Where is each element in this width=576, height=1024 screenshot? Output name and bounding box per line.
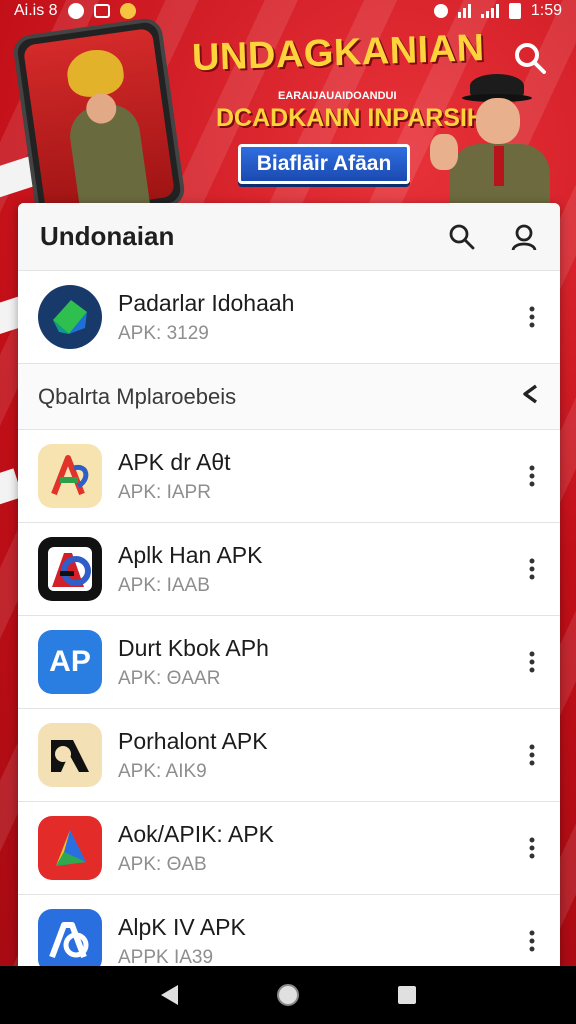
navigation-bar xyxy=(0,966,576,1024)
ap-blue-icon: AP xyxy=(38,630,102,694)
app-version: APK: ΘAAR xyxy=(118,667,221,689)
app-version: APK: IAAB xyxy=(118,574,210,596)
app-name: Aok/APIK: APK xyxy=(118,820,274,847)
status-bar: Ai.is 8 1:59 xyxy=(0,0,576,22)
more-options-icon[interactable] xyxy=(520,549,544,589)
ab-blue-icon xyxy=(38,909,102,968)
search-icon[interactable] xyxy=(448,223,476,251)
app-version: APK: IAPR xyxy=(118,481,211,503)
green-cube-icon xyxy=(38,285,102,349)
more-options-icon[interactable] xyxy=(520,456,544,496)
app-version: APK: AIK9 xyxy=(118,760,207,782)
banner-search-icon[interactable] xyxy=(512,40,548,76)
app-name: Porhalont APK xyxy=(118,727,268,754)
status-time: 1:59 xyxy=(530,2,562,19)
panel-title: Undonaian xyxy=(40,221,175,251)
battery-icon xyxy=(508,3,521,19)
app-version: APPK IA39 xyxy=(118,946,214,968)
list-item[interactable]: AlpK IV APK APPK IA39 xyxy=(18,895,560,968)
app-name: Aplk Han APK xyxy=(118,541,263,568)
signal-icon xyxy=(480,4,499,18)
list-item[interactable]: Aplk Han APK APK: IAAB xyxy=(18,523,560,616)
soldier-illustration xyxy=(430,74,562,214)
chrome-icon xyxy=(119,3,136,19)
garuda-emblem-icon xyxy=(64,46,127,100)
app-name: AlpK IV APK xyxy=(118,913,246,940)
list-item[interactable]: APK dr Aθt APK: IAPR xyxy=(18,430,560,523)
more-options-icon[interactable] xyxy=(520,735,544,775)
panel-header: Undonaian xyxy=(18,203,560,271)
app-notification-icon xyxy=(93,4,110,18)
back-icon[interactable] xyxy=(149,975,189,1015)
home-icon[interactable] xyxy=(268,975,308,1015)
more-options-icon[interactable] xyxy=(520,642,544,682)
list-item[interactable]: Aok/APIK: APK APK: ΘAB xyxy=(18,802,560,895)
list-item[interactable]: Porhalont APK APK: AIK9 xyxy=(18,709,560,802)
account-icon[interactable] xyxy=(510,223,538,251)
app-version: APK: 3129 xyxy=(118,322,209,344)
app-version: APK: ΘAB xyxy=(118,853,207,875)
app-name: APK dr Aθt xyxy=(118,448,231,475)
more-options-icon[interactable] xyxy=(520,297,544,337)
status-carrier: Ai.is 8 xyxy=(14,2,58,19)
app-name: Durt Kbok APh xyxy=(118,634,269,661)
banner-small-text: EARAIJAUAIDOANDUI xyxy=(278,90,397,102)
red-blue-a-icon xyxy=(38,537,102,601)
wifi-icon xyxy=(457,4,471,18)
app-list-panel: Undonaian Padarlar Idohaah APK: 3129 Qba… xyxy=(18,203,560,968)
triangle-play-icon xyxy=(38,816,102,880)
recents-icon[interactable] xyxy=(387,975,427,1015)
notification-icon xyxy=(67,3,84,19)
alarm-icon xyxy=(433,4,448,18)
list-item[interactable]: AP Durt Kbok APh APK: ΘAAR xyxy=(18,616,560,709)
section-label: Qbalrta Mplaroebeis xyxy=(38,383,237,409)
more-options-icon[interactable] xyxy=(520,828,544,868)
collapse-arrow-icon[interactable] xyxy=(520,383,540,410)
list-item[interactable]: Padarlar Idohaah APK: 3129 xyxy=(18,271,560,364)
banner-cta-button[interactable]: Biaflāir Afāan xyxy=(238,144,410,184)
black-a-icon xyxy=(38,723,102,787)
app-name: Padarlar Idohaah xyxy=(118,289,295,316)
phone-illustration xyxy=(11,16,187,226)
section-header[interactable]: Qbalrta Mplaroebeis xyxy=(18,364,560,430)
colorful-a-icon xyxy=(38,444,102,508)
more-options-icon[interactable] xyxy=(520,921,544,961)
